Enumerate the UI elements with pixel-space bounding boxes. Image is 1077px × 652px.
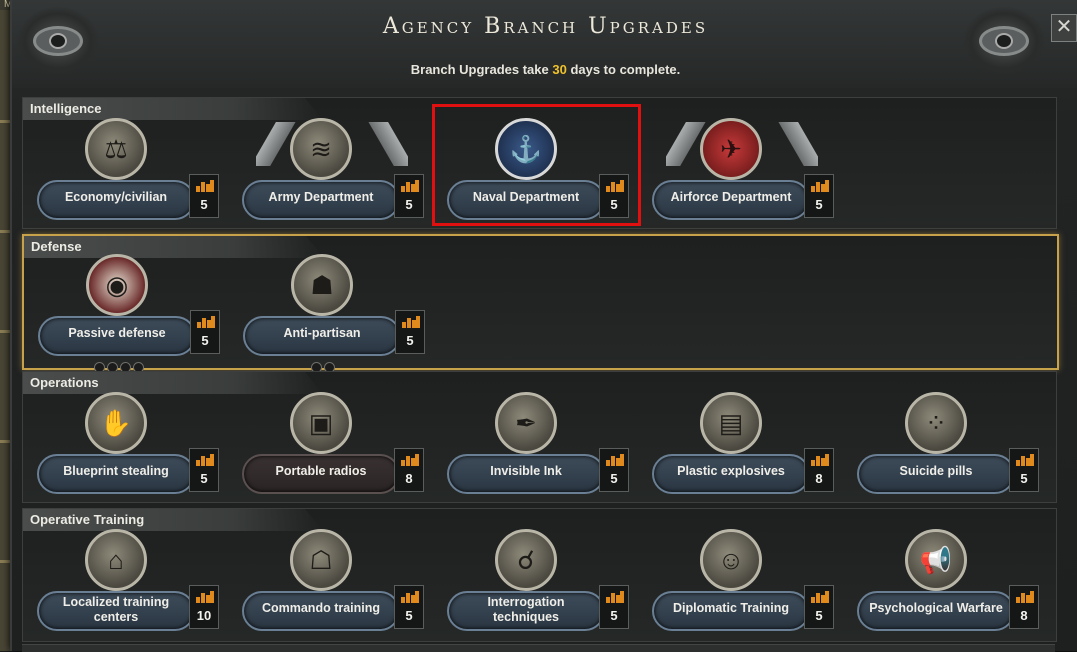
factory-icon: [196, 591, 214, 603]
section-operative-training: Operative Training ⌂ Localized training …: [22, 508, 1057, 642]
factory-icon: [811, 454, 829, 466]
ink-pen-icon: ✒: [495, 392, 557, 454]
close-button[interactable]: ✕: [1051, 14, 1077, 42]
factory-icon: [197, 316, 215, 328]
cost-box: 5: [599, 174, 629, 218]
cost-box: 10: [189, 585, 219, 629]
upgrade-plastic-explosives[interactable]: ▤ Plastic explosives 8: [652, 384, 842, 514]
anchor-medal-icon: ⚓: [495, 118, 557, 180]
cost-box: 5: [189, 448, 219, 492]
diplomat-icon: ☺: [700, 529, 762, 591]
wing-right-icon: [778, 122, 818, 166]
cost-box: 5: [394, 174, 424, 218]
agency-upgrades-window: Agency Branch Upgrades Branch Upgrades t…: [10, 0, 1077, 652]
factory-icon: [401, 591, 419, 603]
pills-icon: ⁘: [905, 392, 967, 454]
blueprint-icon: ✋: [85, 392, 147, 454]
upgrade-naval-department[interactable]: ⚓ Naval Department 5: [447, 110, 637, 240]
army-medal-icon: ≋: [290, 118, 352, 180]
factory-icon: [196, 180, 214, 192]
anti-partisan-icon: ☗: [291, 254, 353, 316]
cost-box: 5: [394, 585, 424, 629]
days-count: 30: [552, 62, 567, 77]
cost-box: 8: [804, 448, 834, 492]
cost-box: 5: [190, 310, 220, 354]
cost-box: 5: [804, 174, 834, 218]
upgrade-economy-civilian[interactable]: ⚖ Economy/civilian 5: [37, 110, 227, 240]
level-pips: [94, 360, 146, 373]
cost-box: 5: [599, 585, 629, 629]
cost-box: 8: [1009, 585, 1039, 629]
section-defense: Defense ◉ Passive defense 5 ☗ Anti-parti…: [22, 234, 1059, 373]
window-title: Agency Branch Upgrades: [382, 14, 709, 39]
upgrade-diplomatic-training[interactable]: ☺ Diplomatic Training 5: [652, 521, 842, 651]
upgrade-suicide-pills[interactable]: ⁘ Suicide pills 5: [857, 384, 1047, 514]
upgrade-anti-partisan[interactable]: ☗ Anti-partisan 5: [243, 246, 433, 376]
upgrade-passive-defense[interactable]: ◉ Passive defense 5: [38, 246, 228, 376]
factory-icon: [401, 454, 419, 466]
upgrade-army-department[interactable]: ≋ Army Department 5: [242, 110, 432, 240]
factory-icon: [606, 454, 624, 466]
factory-icon: [1016, 591, 1034, 603]
upgrade-psychological-warfare[interactable]: 📢 Psychological Warfare 8: [857, 521, 1047, 651]
upgrade-portable-radios[interactable]: ▣ Portable radios 8: [242, 384, 432, 514]
eye-shield-icon: ◉: [86, 254, 148, 316]
cost-box: 5: [804, 585, 834, 629]
section-operations: Operations ✋ Blueprint stealing 5 ▣ Port…: [22, 371, 1057, 503]
explosives-icon: ▤: [700, 392, 762, 454]
radio-icon: ▣: [290, 392, 352, 454]
cost-box: 8: [394, 448, 424, 492]
section-intelligence: Intelligence ⚖ Economy/civilian 5 ≋ Army…: [22, 97, 1057, 229]
cost-box: 5: [395, 310, 425, 354]
upgrade-interrogation-techniques[interactable]: ☌ Interrogation techniques 5: [447, 521, 637, 651]
upgrade-commando-training[interactable]: ☖ Commando training 5: [242, 521, 432, 651]
level-pips: [311, 360, 337, 373]
airplane-medal-icon: ✈: [700, 118, 762, 180]
factory-icon: [606, 591, 624, 603]
training-center-icon: ⌂: [85, 529, 147, 591]
window-subtitle: Branch Upgrades take 30 days to complete…: [410, 62, 681, 77]
factory-icon: [811, 591, 829, 603]
factory-icon: [401, 180, 419, 192]
upgrade-localized-training-centers[interactable]: ⌂ Localized training centers 10: [37, 521, 227, 651]
upgrade-blueprint-stealing[interactable]: ✋ Blueprint stealing 5: [37, 384, 227, 514]
cost-box: 5: [599, 448, 629, 492]
factory-icon: [1016, 454, 1034, 466]
cost-box: 5: [1009, 448, 1039, 492]
cost-box: 5: [189, 174, 219, 218]
wing-right-icon: [368, 122, 408, 166]
economy-medal-icon: ⚖: [85, 118, 147, 180]
factory-icon: [811, 180, 829, 192]
megaphone-icon: 📢: [905, 529, 967, 591]
upgrade-airforce-department[interactable]: ✈ Airforce Department 5: [652, 110, 842, 240]
upgrade-invisible-ink[interactable]: ✒ Invisible Ink 5: [447, 384, 637, 514]
interrogation-icon: ☌: [495, 529, 557, 591]
title-bar: Agency Branch Upgrades Branch Upgrades t…: [12, 0, 1077, 88]
factory-icon: [606, 180, 624, 192]
factory-icon: [402, 316, 420, 328]
factory-icon: [196, 454, 214, 466]
commando-icon: ☖: [290, 529, 352, 591]
